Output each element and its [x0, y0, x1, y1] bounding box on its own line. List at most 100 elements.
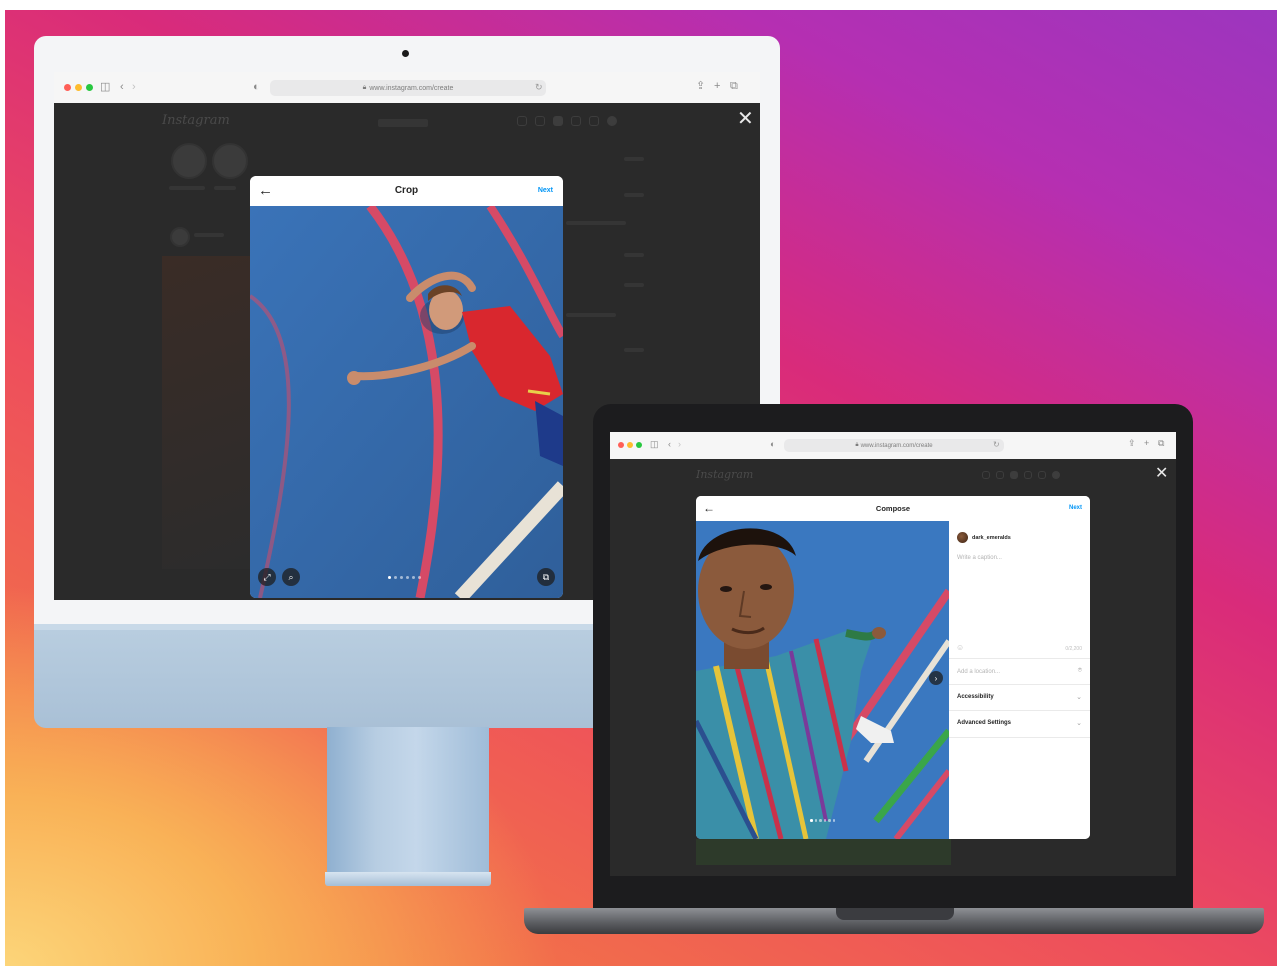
modal-title: Compose	[875, 504, 911, 513]
avatar	[957, 532, 968, 543]
camera-icon	[402, 50, 409, 57]
feed-post-photo	[162, 256, 250, 569]
minimize-window-button[interactable]	[75, 84, 82, 91]
macbook-opening-notch	[836, 908, 954, 920]
privacy-shield-icon[interactable]: ◐	[770, 440, 775, 449]
crop-modal: ← Crop Next ⤢ ⌕ ⧉	[250, 176, 563, 598]
browser-toolbar: ◫ ‹ › ◐ 🔒︎ www.instagram.com/create ↻ ⇪ …	[610, 432, 1176, 460]
explore-icon	[1024, 471, 1032, 479]
macbook-screen: ◫ ‹ › ◐ 🔒︎ www.instagram.com/create ↻ ⇪ …	[610, 432, 1176, 876]
new-tab-icon[interactable]: +	[714, 81, 720, 92]
window-controls[interactable]	[618, 442, 642, 448]
pager-dot	[394, 576, 397, 579]
feed-post-photo	[696, 839, 951, 865]
close-window-button[interactable]	[64, 84, 71, 91]
pager-dot	[819, 819, 822, 822]
window-controls[interactable]	[64, 84, 93, 91]
pager-dot	[406, 576, 409, 579]
location-input[interactable]: Add a location...	[957, 669, 1000, 675]
url-bar[interactable]: 🔒︎ www.instagram.com/create	[784, 439, 1004, 452]
caption-input[interactable]: Write a caption...	[957, 555, 1002, 561]
zoom-window-button[interactable]	[636, 442, 642, 448]
share-icon[interactable]: ⇪	[696, 81, 705, 92]
activity-icon	[1038, 471, 1046, 479]
emoji-icon[interactable]: ☺	[956, 643, 964, 652]
close-window-button[interactable]	[618, 442, 624, 448]
pager-dot	[412, 576, 415, 579]
explore-icon	[571, 116, 581, 126]
suggestion-line	[566, 313, 616, 317]
compose-photo: ›	[696, 521, 949, 839]
character-count: 0/2,200	[1065, 646, 1082, 652]
pager-dot	[810, 819, 813, 822]
carousel-pager	[388, 576, 421, 579]
imac-stand-foot	[325, 872, 491, 886]
portrait-photo	[696, 521, 949, 839]
pager-dot	[400, 576, 403, 579]
carousel-pager	[810, 819, 835, 822]
tabs-overview-icon[interactable]: ⧉	[730, 81, 738, 92]
multiple-images-icon[interactable]: ⧉	[537, 568, 555, 586]
close-icon[interactable]: ✕	[737, 109, 754, 129]
imac-stand	[327, 727, 489, 885]
browser-toolbar: ◫ ‹ › ◐ 🔒︎ www.instagram.com/create ↻ ⇪ …	[54, 72, 760, 104]
url-bar[interactable]: 🔒︎ www.instagram.com/create	[270, 80, 546, 96]
story-name	[169, 186, 205, 190]
reload-icon[interactable]: ↻	[993, 440, 1000, 449]
suggestion-line	[624, 157, 644, 161]
suggestion-line	[624, 253, 644, 257]
pager-dot	[814, 819, 817, 822]
compose-modal: ← Compose Next › dark_emeralds Write a c…	[696, 496, 1090, 839]
crop-photo[interactable]: ⤢ ⌕ ⧉	[250, 206, 563, 598]
advanced-settings-label: Advanced Settings	[957, 720, 1012, 726]
reload-icon[interactable]: ↻	[535, 82, 543, 93]
instagram-logo: Instagram	[162, 113, 230, 128]
sidebar-icon[interactable]: ◫	[650, 440, 659, 449]
zoom-icon[interactable]: ⌕	[282, 568, 300, 586]
post-username	[194, 233, 224, 237]
share-icon[interactable]: ⇪	[1128, 439, 1136, 448]
chevron-right-icon[interactable]: ›	[132, 82, 136, 93]
chevron-left-icon[interactable]: ‹	[120, 82, 124, 93]
location-pin-icon: ⌾	[1077, 667, 1082, 674]
next-button[interactable]: Next	[1069, 505, 1082, 511]
pager-dot	[832, 819, 835, 822]
post-avatar	[170, 227, 190, 247]
direct-icon	[996, 471, 1004, 479]
minimize-window-button[interactable]	[627, 442, 633, 448]
url-text: www.instagram.com/create	[369, 84, 454, 92]
sidebar-icon[interactable]: ◫	[100, 82, 110, 93]
home-icon	[982, 471, 990, 479]
zoom-window-button[interactable]	[86, 84, 93, 91]
expand-icon[interactable]: ⤢	[258, 568, 276, 586]
chevron-down-icon: ⌄	[1076, 720, 1082, 727]
new-tab-icon[interactable]: +	[1144, 439, 1149, 448]
chevron-right-icon[interactable]: ›	[678, 440, 681, 449]
modal-title: Crop	[394, 185, 419, 196]
compose-sidebar: dark_emeralds Write a caption... ☺ 0/2,2…	[949, 521, 1090, 839]
privacy-shield-icon[interactable]: ◐	[253, 82, 260, 93]
profile-icon	[607, 116, 617, 126]
pager-dot	[828, 819, 831, 822]
direct-icon	[535, 116, 545, 126]
home-icon	[517, 116, 527, 126]
accessibility-row[interactable]: Accessibility ⌄	[949, 684, 1090, 711]
lock-icon: 🔒︎	[362, 84, 367, 91]
story-avatar	[212, 143, 248, 179]
pager-dot	[823, 819, 826, 822]
modal-header: ← Compose Next	[696, 496, 1090, 522]
search-box	[378, 119, 428, 127]
next-button[interactable]: Next	[538, 187, 553, 194]
new-post-icon	[553, 116, 563, 126]
story-avatar	[171, 143, 207, 179]
lock-icon: 🔒︎	[855, 442, 859, 448]
activity-icon	[589, 116, 599, 126]
location-row[interactable]: Add a location... ⌾	[949, 658, 1090, 685]
top-nav-icons	[517, 116, 617, 126]
chevron-right-icon[interactable]: ›	[929, 671, 943, 685]
close-icon[interactable]: ✕	[1155, 466, 1168, 482]
advanced-settings-row[interactable]: Advanced Settings ⌄	[949, 710, 1090, 738]
chevron-left-icon[interactable]: ‹	[668, 440, 671, 449]
tabs-overview-icon[interactable]: ⧉	[1158, 439, 1164, 448]
url-text: www.instagram.com/create	[860, 442, 933, 449]
